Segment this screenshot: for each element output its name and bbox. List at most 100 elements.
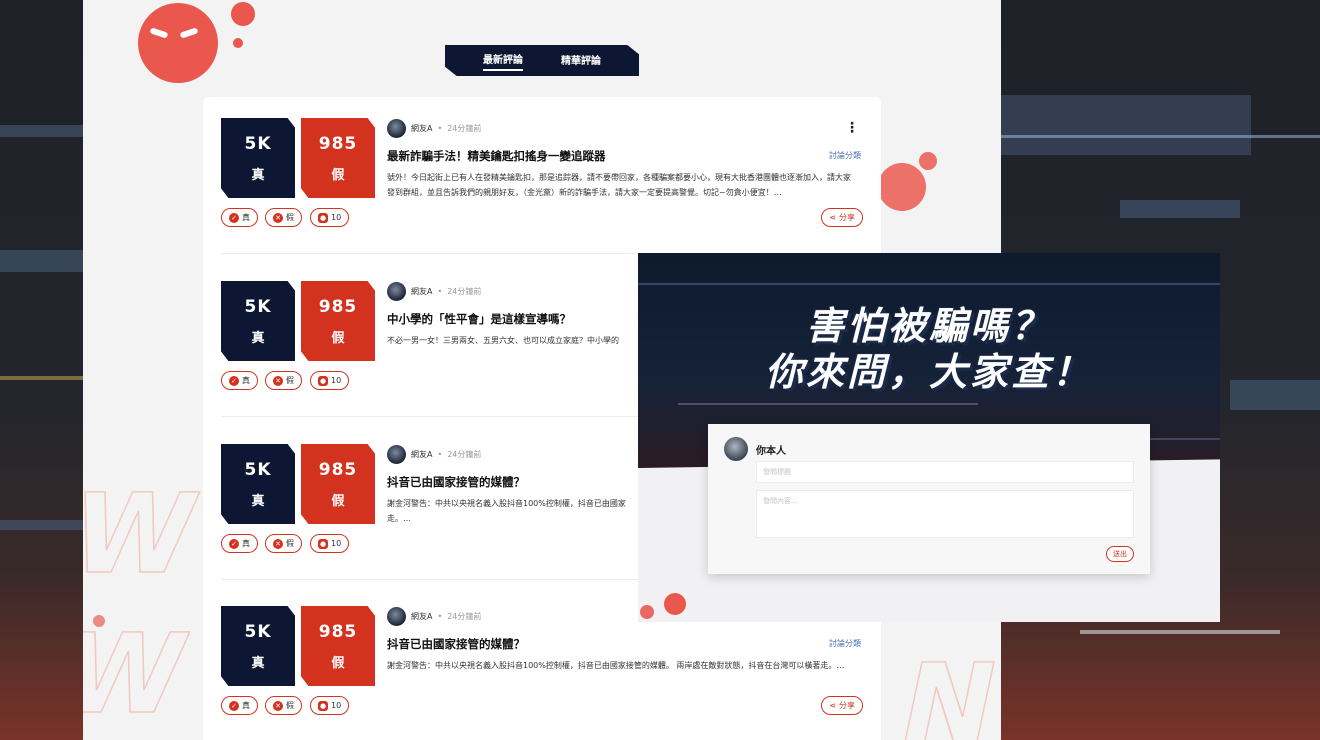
- comment-count: 10: [331, 213, 342, 222]
- post-time: 24分鐘前: [447, 611, 482, 621]
- hero-headline-line2: 你來問，大家查！: [764, 350, 1093, 394]
- cross-icon: ✕: [273, 700, 283, 711]
- false-label: 假: [331, 655, 345, 671]
- category-link[interactable]: 討論分類: [829, 150, 861, 161]
- meta-separator: •: [437, 286, 443, 296]
- false-label: 假: [331, 167, 345, 183]
- avatar[interactable]: [387, 606, 406, 626]
- post-title[interactable]: 抖音已由國家接管的媒體？: [387, 636, 525, 652]
- false-count: 985: [318, 296, 358, 317]
- true-vote-box: 5K 真: [221, 606, 295, 686]
- question-title-input[interactable]: 發問標題: [756, 461, 1134, 483]
- author-name[interactable]: 網友A: [411, 286, 432, 297]
- author-name[interactable]: 網友A: [411, 123, 432, 134]
- comment-count: 10: [331, 701, 342, 710]
- true-vote-box: 5K 真: [221, 281, 295, 361]
- avatar[interactable]: [387, 281, 406, 301]
- category-link[interactable]: 討論分類: [829, 638, 861, 649]
- post-time: 24分鐘前: [447, 286, 482, 296]
- post-title[interactable]: 抖音已由國家接管的媒體？: [387, 474, 525, 490]
- post-excerpt: 謝金河警告：中共以央視名義入股抖音100%控制權，抖音已由國家 走。…: [387, 499, 626, 523]
- post-time: 24分鐘前: [447, 123, 482, 133]
- share-icon: ⋖: [829, 701, 836, 710]
- vote-false-button[interactable]: ✕ 假: [265, 371, 302, 390]
- content-placeholder: 發問內容...: [763, 497, 798, 505]
- vote-true-button[interactable]: ✓ 真: [221, 208, 258, 227]
- vote-false-label: 假: [286, 701, 294, 710]
- bg-glitch: [1080, 630, 1280, 634]
- vote-false-button[interactable]: ✕ 假: [265, 534, 302, 553]
- bg-decor-letters: W: [83, 469, 215, 599]
- share-icon: ⋖: [829, 213, 836, 222]
- post-title[interactable]: 最新詐騙手法！精美鑰匙扣搖身一變追蹤器: [387, 148, 606, 164]
- comments-button[interactable]: ● 10: [310, 208, 350, 227]
- vote-false-label: 假: [286, 213, 294, 222]
- bg-decor-letters: N: [889, 639, 1001, 740]
- false-label: 假: [331, 330, 345, 346]
- vote-false-button[interactable]: ✕ 假: [265, 208, 302, 227]
- vote-true-label: 真: [242, 376, 250, 385]
- check-icon: ✓: [229, 375, 239, 386]
- decor-dot: [233, 38, 243, 48]
- comments-button[interactable]: ● 10: [310, 371, 350, 390]
- true-count: 5K: [244, 621, 272, 642]
- bg-glitch: [0, 125, 83, 137]
- bg-glitch: [1120, 200, 1240, 218]
- true-label: 真: [251, 167, 265, 183]
- vote-false-label: 假: [286, 539, 294, 548]
- meta-separator: •: [437, 123, 443, 133]
- post-item: 5K 真 985 假 網友A • 24分鐘前 ⋮ 最新詐騙手法！精美鑰匙扣搖身一…: [221, 118, 863, 246]
- comment-tabs: 最新評論 精華評論: [445, 45, 639, 76]
- share-button[interactable]: ⋖ 分享: [821, 208, 863, 227]
- bg-glitch: [1001, 135, 1320, 138]
- vote-false-button[interactable]: ✕ 假: [265, 696, 302, 715]
- comment-count: 10: [331, 539, 342, 548]
- true-count: 5K: [244, 459, 272, 480]
- vote-true-label: 真: [242, 539, 250, 548]
- post-meta: 網友A • 24分鐘前: [387, 118, 481, 138]
- vote-true-label: 真: [242, 701, 250, 710]
- avatar[interactable]: [387, 444, 406, 464]
- tab-featured[interactable]: 精華評論: [561, 52, 601, 70]
- true-label: 真: [251, 655, 265, 671]
- share-label: 分享: [839, 213, 855, 222]
- comments-button[interactable]: ● 10: [310, 696, 350, 715]
- false-vote-box: 985 假: [301, 118, 375, 198]
- decor-dot: [664, 593, 686, 615]
- hero-glitch-line: [678, 403, 978, 405]
- cross-icon: ✕: [273, 538, 283, 549]
- post-meta: 網友A • 24分鐘前: [387, 606, 481, 626]
- vote-true-button[interactable]: ✓ 真: [221, 371, 258, 390]
- question-content-input[interactable]: 發問內容...: [756, 490, 1134, 538]
- more-options-icon[interactable]: ⋮: [845, 121, 859, 135]
- false-vote-box: 985 假: [301, 281, 375, 361]
- avatar: [724, 437, 748, 461]
- decor-dot: [231, 2, 255, 26]
- decor-dot: [878, 163, 926, 211]
- avatar[interactable]: [387, 118, 406, 138]
- check-icon: ✓: [229, 538, 239, 549]
- tab-latest[interactable]: 最新評論: [483, 51, 523, 71]
- false-count: 985: [318, 133, 358, 154]
- check-icon: ✓: [229, 700, 239, 711]
- false-count: 985: [318, 459, 358, 480]
- share-button[interactable]: ⋖ 分享: [821, 696, 863, 715]
- author-name[interactable]: 網友A: [411, 449, 432, 460]
- false-vote-box: 985 假: [301, 444, 375, 524]
- true-label: 真: [251, 493, 265, 509]
- bg-glitch: [0, 520, 83, 530]
- post-meta: 網友A • 24分鐘前: [387, 444, 481, 464]
- submit-button[interactable]: 送出: [1106, 546, 1134, 562]
- author-name[interactable]: 網友A: [411, 611, 432, 622]
- decor-dot: [919, 152, 937, 170]
- bg-decor-letters: W: [83, 609, 205, 739]
- true-count: 5K: [244, 296, 272, 317]
- post-excerpt: 號外！今日起街上已有人在發精美鑰匙扣，那是追踪器，請不要帶回家，各種騙案都要小心…: [387, 173, 851, 197]
- meta-separator: •: [437, 449, 443, 459]
- vote-true-button[interactable]: ✓ 真: [221, 696, 258, 715]
- comments-button[interactable]: ● 10: [310, 534, 350, 553]
- comment-icon: ●: [318, 212, 328, 223]
- vote-true-button[interactable]: ✓ 真: [221, 534, 258, 553]
- post-title[interactable]: 中小學的「性平會」是這樣宣導嗎？: [387, 311, 571, 327]
- share-label: 分享: [839, 701, 855, 710]
